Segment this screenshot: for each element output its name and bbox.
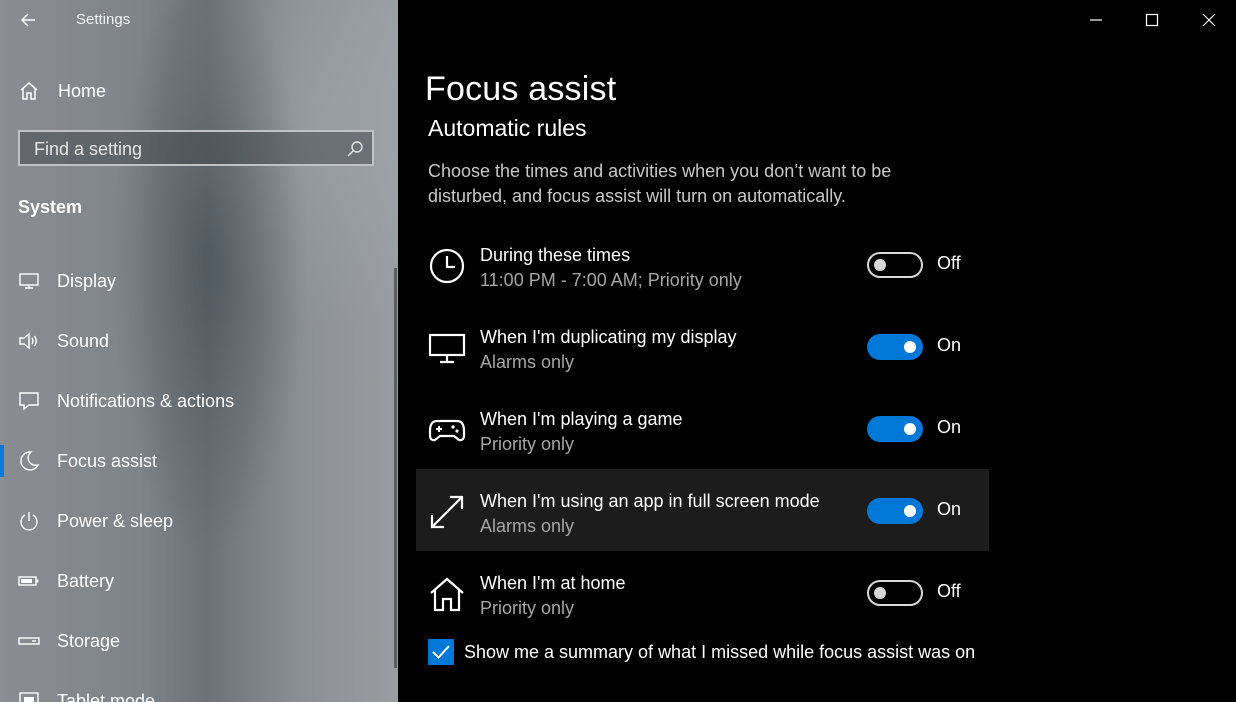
sidebar-item-label: Battery [57, 570, 115, 591]
summary-option[interactable]: Show me a summary of what I missed while… [428, 639, 975, 665]
sidebar-item-label: Notifications & actions [57, 390, 235, 411]
house-icon [428, 575, 466, 613]
rule-name: During these times [480, 245, 631, 265]
sidebar-item-notifications[interactable]: Notifications & actions [0, 371, 398, 431]
sidebar-item-label: Tablet mode [57, 690, 156, 702]
sidebar-item-tablet-mode[interactable]: Tablet mode [0, 671, 398, 702]
rule-name: When I'm at home [480, 573, 626, 593]
rule-toggle[interactable] [867, 498, 923, 524]
rule-detail[interactable]: Priority only [480, 598, 574, 619]
summary-label: Show me a summary of what I missed while… [464, 641, 976, 662]
sidebar-item-label: Power & sleep [57, 510, 174, 531]
rule-detail[interactable]: Alarms only [480, 516, 574, 537]
sidebar-item-battery[interactable]: Battery [0, 551, 398, 611]
search-box[interactable] [18, 130, 374, 166]
checkmark-icon [432, 645, 450, 659]
display-icon [18, 270, 40, 292]
toggle-knob [874, 587, 886, 599]
rule-state: On [937, 335, 962, 355]
search-input[interactable] [20, 132, 336, 166]
rule-toggle[interactable] [867, 252, 923, 278]
sidebar-item-storage[interactable]: Storage [0, 611, 398, 671]
sidebar: Settings Home System Display Sound [0, 0, 398, 702]
monitor-icon [428, 329, 466, 367]
app-title: Settings [76, 11, 131, 28]
summary-checkbox[interactable] [428, 639, 454, 665]
rule-name: When I'm playing a game [480, 409, 683, 429]
toggle-knob [904, 341, 916, 353]
sidebar-item-label: Storage [57, 630, 121, 651]
rule-full-screen-app[interactable]: When I'm using an app in full screen mod… [416, 469, 989, 551]
sidebar-item-sound[interactable]: Sound [0, 311, 398, 371]
sidebar-item-display[interactable]: Display [0, 251, 398, 311]
section-subheading: Automatic rules [428, 115, 587, 141]
rule-duplicating-display[interactable]: When I'm duplicating my display Alarms o… [416, 305, 989, 387]
home-label: Home [58, 80, 107, 101]
rule-name: When I'm using an app in full screen mod… [480, 491, 820, 511]
fullscreen-icon [428, 493, 466, 531]
rule-state: On [937, 499, 962, 519]
section-title: System [18, 197, 83, 217]
toggle-knob [904, 423, 916, 435]
toggle-knob [904, 505, 916, 517]
gamepad-icon [428, 411, 466, 449]
notifications-icon [18, 390, 40, 412]
rule-toggle[interactable] [867, 580, 923, 606]
rule-at-home[interactable]: When I'm at home Priority only Off [416, 551, 989, 633]
rule-name: When I'm duplicating my display [480, 327, 737, 347]
tablet-icon [18, 690, 40, 702]
sidebar-item-label: Sound [57, 330, 110, 351]
sidebar-item-label: Display [57, 270, 117, 291]
rule-detail[interactable]: Alarms only [480, 352, 574, 373]
back-arrow-icon[interactable] [18, 10, 38, 30]
moon-icon [18, 450, 40, 472]
page-title: Focus assist [425, 70, 617, 108]
rule-during-these-times[interactable]: During these times 11:00 PM - 7:00 AM; P… [416, 223, 989, 305]
power-icon [18, 510, 40, 532]
rule-playing-game[interactable]: When I'm playing a game Priority only On [416, 387, 989, 469]
sidebar-item-focus-assist[interactable]: Focus assist [0, 431, 398, 491]
sidebar-item-label: Focus assist [57, 450, 158, 471]
rule-state: On [937, 417, 962, 437]
rule-detail[interactable]: 11:00 PM - 7:00 AM; Priority only [480, 270, 742, 291]
home-icon [18, 80, 40, 102]
sidebar-nav: Display Sound Notifications & actions Fo… [0, 251, 398, 702]
rule-toggle[interactable] [867, 334, 923, 360]
search-icon[interactable] [346, 140, 364, 158]
rule-state: Off [937, 253, 961, 273]
rule-detail[interactable]: Priority only [480, 434, 574, 455]
sidebar-scrollbar[interactable] [394, 268, 397, 668]
home-link[interactable]: Home [18, 80, 106, 102]
sidebar-item-power-sleep[interactable]: Power & sleep [0, 491, 398, 551]
sound-icon [18, 330, 40, 352]
battery-icon [18, 570, 40, 592]
toggle-knob [874, 259, 886, 271]
clock-icon [428, 247, 466, 285]
rule-state: Off [937, 581, 961, 601]
main-content: Focus assist Automatic rules Choose the … [398, 0, 1236, 702]
storage-icon [18, 630, 40, 652]
description-text: Choose the times and activities when you… [428, 161, 892, 206]
rule-toggle[interactable] [867, 416, 923, 442]
